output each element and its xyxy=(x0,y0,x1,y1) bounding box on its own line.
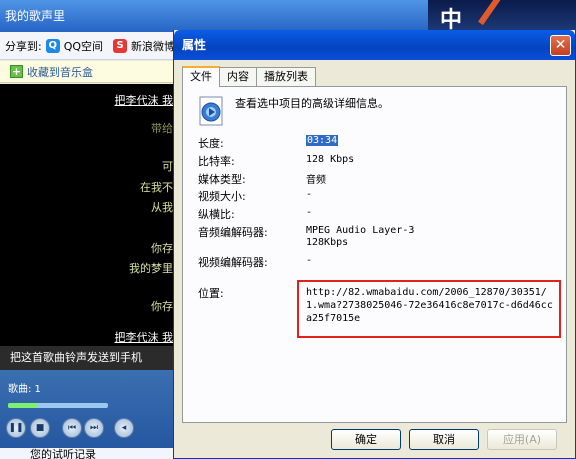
send-to-phone-banner[interactable]: 把这首歌曲铃声发送到手机 xyxy=(0,346,175,370)
share-qzone-link[interactable]: QQ空间 xyxy=(64,38,103,54)
banner-glyph: 中 xyxy=(440,8,463,32)
length-value-text[interactable]: 03:34 xyxy=(306,135,339,146)
video-codec-value: - xyxy=(306,255,313,266)
ok-button[interactable]: 确定 xyxy=(331,429,401,450)
weibo-icon[interactable]: S xyxy=(113,38,128,53)
tab-content[interactable]: 内容 xyxy=(219,67,257,86)
audio-codec-label: 音频编解码器: xyxy=(198,226,268,239)
close-icon[interactable]: ✕ xyxy=(550,35,571,56)
previous-icon[interactable]: ⏮ xyxy=(62,418,82,438)
app-title-bar: 我的歌声里 xyxy=(0,0,428,32)
lyric-line: 在我不 xyxy=(140,181,173,194)
panel-description: 查看选中项目的高级详细信息。 xyxy=(235,97,389,110)
next-icon[interactable]: ⏭ xyxy=(84,418,104,438)
length-label: 长度: xyxy=(198,137,224,150)
volume-icon[interactable]: ◂ xyxy=(114,418,134,438)
media-type-label: 媒体类型: xyxy=(198,173,246,186)
qzone-icon[interactable]: Q xyxy=(45,38,60,53)
apply-button[interactable]: 应用(A) xyxy=(487,429,557,450)
video-size-label: 视频大小: xyxy=(198,190,246,203)
lyric-line: 把李代沫 我 xyxy=(114,94,174,107)
app-title: 我的歌声里 xyxy=(5,9,66,23)
dialog-title: 属性 xyxy=(182,38,207,52)
video-size-value: - xyxy=(306,189,313,200)
banner-decoration xyxy=(478,0,576,32)
bitrate-label: 比特率: xyxy=(198,155,235,168)
share-label: 分享到: xyxy=(5,39,42,53)
media-type-value: 音频 xyxy=(306,175,326,186)
file-tab-panel: 查看选中项目的高级详细信息。 长度: 03:34 比特率: 128 Kbps 媒… xyxy=(182,86,567,423)
properties-dialog: 属性 ✕ 文件 内容 播放列表 查看选中项目的高级详细信息。 长度: 03:34… xyxy=(173,30,576,459)
plus-icon[interactable]: + xyxy=(10,65,23,78)
cancel-button[interactable]: 取消 xyxy=(409,429,479,450)
lyrics-panel: 把李代沫 我 带给 可 在我不 从我 你存 我的梦里 你存 把李代沫 我 xyxy=(0,84,175,346)
seek-fill xyxy=(8,403,38,408)
history-label: 您的试听记录 xyxy=(0,448,175,459)
audio-codec-value: MPEG Audio Layer-3 xyxy=(306,225,415,236)
lyric-line: 你存 xyxy=(151,242,173,255)
lyric-line: 我的梦里 xyxy=(129,262,173,275)
media-player: 歌曲: 1 ❚❚ ■ ⏮ ⏭ ◂ xyxy=(0,370,175,448)
pause-icon[interactable]: ❚❚ xyxy=(6,418,26,438)
song-label: 歌曲: 1 xyxy=(8,384,41,395)
media-file-icon xyxy=(199,96,223,126)
lyric-line: 可 xyxy=(162,160,173,173)
bitrate-value: 128 Kbps xyxy=(306,154,355,165)
aspect-ratio-value: - xyxy=(306,207,313,218)
stop-icon[interactable]: ■ xyxy=(30,418,50,438)
audio-codec-bitrate: 128Kbps xyxy=(306,237,349,248)
dialog-tabs: 文件 内容 播放列表 xyxy=(182,66,316,87)
share-weibo-link[interactable]: 新浪微博 xyxy=(131,38,175,54)
seek-bar[interactable] xyxy=(8,403,108,408)
location-label: 位置: xyxy=(198,287,224,300)
tab-file[interactable]: 文件 xyxy=(182,66,220,87)
video-codec-label: 视频编解码器: xyxy=(198,256,268,269)
tab-playlist[interactable]: 播放列表 xyxy=(256,67,316,86)
aspect-ratio-label: 纵横比: xyxy=(198,208,235,221)
location-value[interactable]: http://82.wmabaidu.com/2006_12870/30351/… xyxy=(306,286,556,325)
favorite-link[interactable]: 收藏到音乐盒 xyxy=(27,64,93,80)
length-value[interactable]: 03:34 xyxy=(306,135,339,146)
lyric-line: 把李代沫 我 xyxy=(114,331,174,344)
lyric-line: 你存 xyxy=(151,300,173,313)
banner-image: 中 xyxy=(428,0,576,32)
dialog-title-bar[interactable]: 属性 ✕ xyxy=(174,30,575,60)
lyric-line: 从我 xyxy=(151,201,173,214)
lyric-line: 带给 xyxy=(151,122,173,135)
